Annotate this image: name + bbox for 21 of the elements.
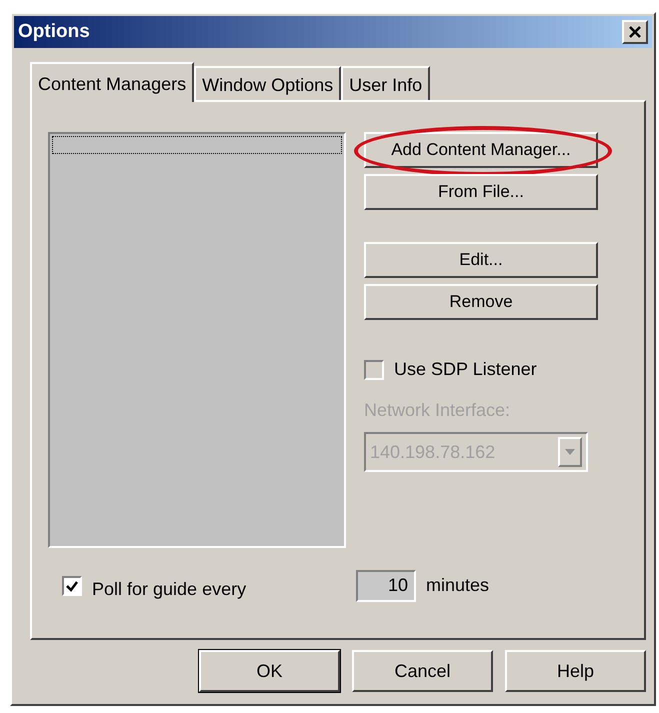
tab[interactable]: User Info (341, 66, 430, 100)
close-icon (628, 25, 642, 39)
button[interactable]: From File... (364, 174, 598, 210)
list-item[interactable] (52, 136, 342, 154)
button[interactable]: Edit... (364, 242, 598, 278)
button[interactable]: Help (505, 650, 646, 692)
button[interactable]: Cancel (352, 650, 493, 692)
button[interactable]: Remove (364, 284, 598, 320)
checkbox[interactable] (62, 576, 82, 596)
checkbox-label: Use SDP Listener (394, 358, 537, 381)
button[interactable]: OK (199, 650, 340, 692)
tab[interactable]: Window Options (194, 66, 342, 100)
number-field[interactable]: 10 (356, 570, 416, 602)
unit-label: minutes (426, 574, 490, 597)
checkbox-label: Poll for guide every (92, 578, 248, 601)
caret-icon (565, 449, 575, 455)
tab[interactable]: Content Managers (30, 62, 194, 102)
button[interactable]: Add Content Manager... (364, 132, 598, 168)
check-icon (65, 578, 79, 592)
window-title: Options (18, 20, 90, 44)
close-button[interactable] (622, 20, 648, 44)
